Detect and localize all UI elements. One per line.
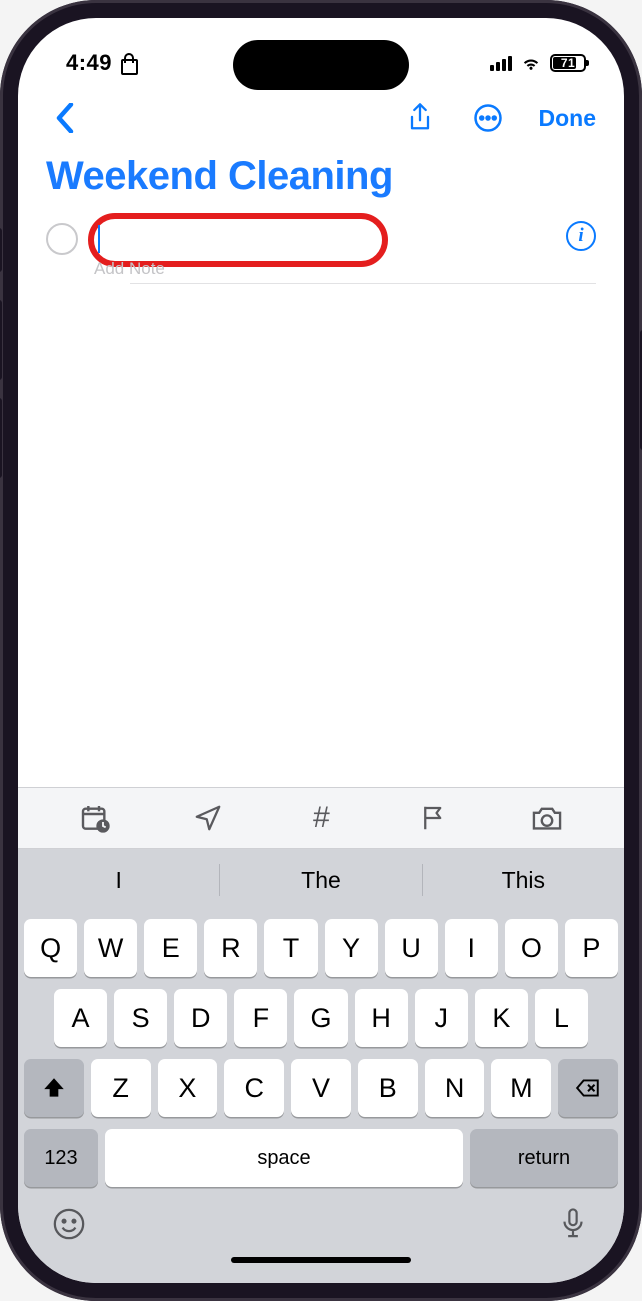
nav-bar: Done [18, 90, 624, 146]
more-button[interactable] [471, 101, 505, 135]
text-cursor [98, 225, 100, 253]
volume-up-button [0, 300, 2, 380]
key-h[interactable]: H [355, 989, 408, 1047]
key-o[interactable]: O [505, 919, 558, 977]
key-v[interactable]: V [291, 1059, 351, 1117]
wifi-icon [520, 52, 542, 74]
suggestion-2[interactable]: The [220, 849, 421, 911]
location-toolbar-button[interactable] [188, 798, 228, 838]
key-l[interactable]: L [535, 989, 588, 1047]
key-d[interactable]: D [174, 989, 227, 1047]
key-q[interactable]: Q [24, 919, 77, 977]
suggestion-1[interactable]: I [18, 849, 219, 911]
keyboard: Q W E R T Y U I O P A S D F G H J K L [18, 911, 624, 1283]
row-divider [130, 283, 596, 284]
suggestion-3[interactable]: This [423, 849, 624, 911]
keyboard-toolbar: # [18, 787, 624, 849]
space-key[interactable]: space [105, 1129, 463, 1187]
numbers-key[interactable]: 123 [24, 1129, 98, 1187]
key-x[interactable]: X [158, 1059, 218, 1117]
status-time: 4:49 [66, 50, 112, 76]
cellular-signal-icon [490, 55, 512, 71]
add-note-placeholder[interactable]: Add Note [94, 259, 165, 279]
key-n[interactable]: N [425, 1059, 485, 1117]
flag-toolbar-button[interactable] [414, 798, 454, 838]
key-z[interactable]: Z [91, 1059, 151, 1117]
key-w[interactable]: W [84, 919, 137, 977]
shift-key[interactable] [24, 1059, 84, 1117]
key-j[interactable]: J [415, 989, 468, 1047]
battery-percent: 71 [552, 56, 584, 70]
key-k[interactable]: K [475, 989, 528, 1047]
share-button[interactable] [403, 101, 437, 135]
key-s[interactable]: S [114, 989, 167, 1047]
home-indicator[interactable] [231, 1257, 411, 1263]
reminder-checkbox[interactable] [46, 223, 78, 255]
dynamic-island [233, 40, 409, 90]
calendar-toolbar-button[interactable] [75, 798, 115, 838]
dictation-button[interactable] [554, 1205, 592, 1243]
backspace-key[interactable] [558, 1059, 618, 1117]
keyboard-suggestions: I The This [18, 849, 624, 911]
ringer-switch [0, 228, 2, 272]
key-r[interactable]: R [204, 919, 257, 977]
key-c[interactable]: C [224, 1059, 284, 1117]
done-button[interactable]: Done [539, 105, 597, 132]
return-key[interactable]: return [470, 1129, 618, 1187]
key-e[interactable]: E [144, 919, 197, 977]
key-i[interactable]: I [445, 919, 498, 977]
battery-icon: 71 [550, 54, 586, 72]
content-area: Weekend Cleaning Add Note i [18, 146, 624, 787]
key-b[interactable]: B [358, 1059, 418, 1117]
reminder-row[interactable]: Add Note i [46, 219, 596, 283]
back-button[interactable] [46, 101, 80, 135]
lock-icon [120, 53, 136, 73]
key-g[interactable]: G [294, 989, 347, 1047]
key-t[interactable]: T [264, 919, 317, 977]
emoji-button[interactable] [50, 1205, 88, 1243]
camera-toolbar-button[interactable] [527, 798, 567, 838]
screen: 4:49 71 [18, 18, 624, 1283]
key-y[interactable]: Y [325, 919, 378, 977]
volume-down-button [0, 398, 2, 478]
key-u[interactable]: U [385, 919, 438, 977]
iphone-frame: 4:49 71 [0, 0, 642, 1301]
reminder-title-field[interactable]: Add Note [94, 219, 550, 261]
key-m[interactable]: M [491, 1059, 551, 1117]
key-f[interactable]: F [234, 989, 287, 1047]
info-button[interactable]: i [566, 221, 596, 251]
key-a[interactable]: A [54, 989, 107, 1047]
list-title: Weekend Cleaning [46, 154, 596, 199]
tag-toolbar-button[interactable]: # [301, 798, 341, 838]
key-p[interactable]: P [565, 919, 618, 977]
